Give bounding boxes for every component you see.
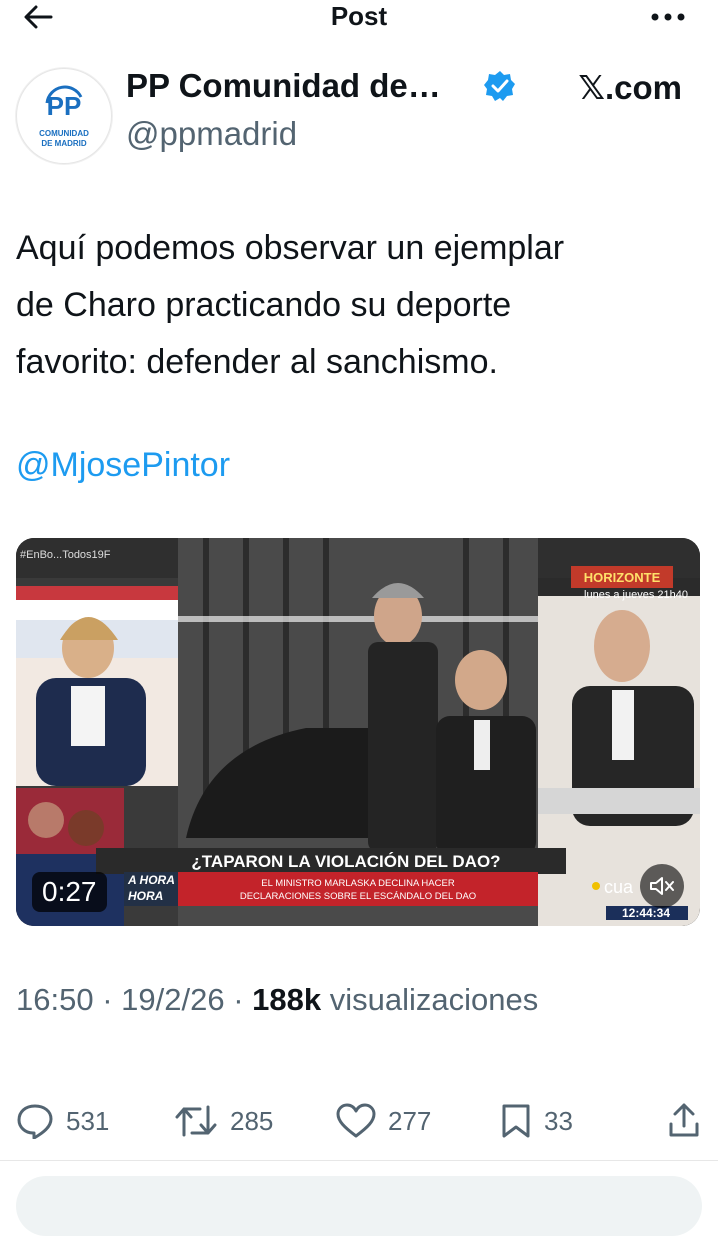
repost-count: 285 xyxy=(230,1105,274,1136)
repost-icon xyxy=(175,1105,217,1137)
like-count: 277 xyxy=(388,1105,432,1136)
top-bar: Post xyxy=(0,0,718,40)
reply-button[interactable]: 531 xyxy=(16,1096,109,1146)
video-player[interactable]: #EnBo...Todos19F HORIZONTE lunes a jueve… xyxy=(16,538,700,926)
like-button[interactable]: 277 xyxy=(336,1096,431,1146)
share-button[interactable] xyxy=(668,1102,700,1143)
headline-text: ¿TAPARON LA VIOLACIÓN DEL DAO? xyxy=(191,852,500,871)
verified-badge-icon xyxy=(484,71,515,101)
video-duration: 0:27 xyxy=(32,872,107,912)
heart-icon xyxy=(336,1103,376,1138)
avatar-logo-text: PP xyxy=(47,91,82,121)
separator-dot: · xyxy=(102,982,113,1017)
mute-button[interactable] xyxy=(640,864,684,908)
reply-icon xyxy=(17,1104,53,1139)
action-bar: 531 285 277 33 xyxy=(16,1096,706,1146)
show-name: HORIZONTE xyxy=(584,570,661,585)
ticker-left: A HORA xyxy=(127,873,175,887)
avatar-subline-2: DE MADRID xyxy=(41,139,87,148)
ticker-left-2: HORA xyxy=(128,889,163,903)
clock-time: 12:44:34 xyxy=(622,906,670,920)
share-icon xyxy=(669,1103,699,1137)
source-label: 𝕏.com xyxy=(578,69,682,106)
overlay-tag: #EnBo...Todos19F xyxy=(20,549,111,561)
mention-link[interactable]: @MjosePintor xyxy=(16,437,230,494)
channel-logo: cua xyxy=(604,877,634,897)
speaker-muted-icon xyxy=(650,877,674,895)
bookmark-icon xyxy=(502,1104,530,1138)
reply-count: 531 xyxy=(66,1105,110,1136)
tweet-meta: 16:50 · 19/2/26 · 188k visualizaciones xyxy=(16,978,538,1022)
bookmark-button[interactable]: 33 xyxy=(500,1096,573,1146)
avatar-subline-1: COMUNIDAD xyxy=(39,129,89,138)
reply-composer-bar[interactable] xyxy=(16,1176,702,1236)
tweet-text: Aquí podemos observar un ejemplar de Cha… xyxy=(16,229,565,381)
author-name[interactable]: PP Comunidad de… xyxy=(126,66,441,106)
divider xyxy=(0,1160,718,1161)
separator-dot: · xyxy=(233,982,244,1017)
show-schedule: lunes a jueves 21h40 xyxy=(584,589,688,601)
subline-2: DECLARACIONES SOBRE EL ESCÁNDALO DEL DAO xyxy=(240,891,476,902)
tweet-author: PP COMUNIDAD DE MADRID PP Comunidad de… … xyxy=(16,66,706,166)
tweet-time[interactable]: 16:50 xyxy=(16,982,94,1017)
subline-1: EL MINISTRO MARLASKA DECLINA HACER xyxy=(261,878,455,889)
repost-button[interactable]: 285 xyxy=(174,1096,273,1146)
tweet-date[interactable]: 19/2/26 xyxy=(121,982,224,1017)
more-options-button[interactable] xyxy=(648,2,688,32)
video-frame: #EnBo...Todos19F HORIZONTE lunes a jueve… xyxy=(16,538,700,926)
more-horizontal-icon xyxy=(651,13,685,21)
author-handle[interactable]: @ppmadrid xyxy=(126,114,297,154)
views-count: 188k xyxy=(252,982,322,1017)
views-label: visualizaciones xyxy=(329,982,539,1017)
avatar[interactable]: PP COMUNIDAD DE MADRID xyxy=(16,68,112,164)
bookmark-count: 33 xyxy=(544,1105,573,1136)
page-title: Post xyxy=(330,1,388,31)
